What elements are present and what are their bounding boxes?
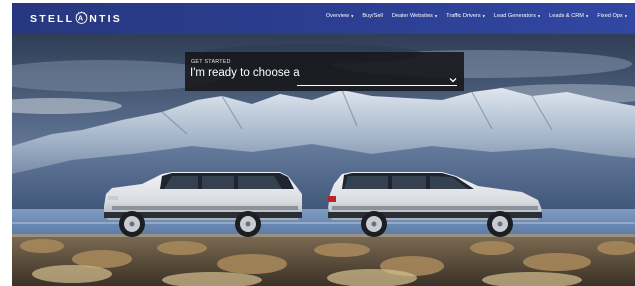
nav-item-label: Leads & CRM <box>549 13 584 19</box>
brand-logo-text-end: NTIS <box>89 13 122 25</box>
nav-item-label: Buy/Sell <box>362 13 383 19</box>
nav-item-label: Overview <box>325 13 350 19</box>
nav-item-dealer-websites[interactable]: Dealer Websites ▾ <box>392 13 437 19</box>
main-nav: Overview ▾ Buy/Sell Dealer Websites ▾ Tr… <box>326 13 627 19</box>
nav-item-lead-generators[interactable]: Lead Generators ▾ <box>494 13 540 19</box>
nav-item-leads-crm[interactable]: Leads & CRM ▾ <box>549 13 588 19</box>
nav-item-label: Dealer Websites <box>391 13 433 19</box>
nav-item-traffic-drivers[interactable]: Traffic Drivers ▾ <box>446 13 485 19</box>
top-navbar: STELL A NTIS Overview ▾ Buy/Sell Dealer … <box>12 3 635 34</box>
chevron-down-icon[interactable] <box>448 72 458 83</box>
get-started-eyebrow: GET STARTED <box>191 59 231 65</box>
caret-down-icon: ▾ <box>351 13 354 19</box>
nav-item-fixed-ops[interactable]: Fixed Ops ▾ <box>597 13 627 19</box>
caret-down-icon: ▾ <box>624 13 627 19</box>
get-started-panel: GET STARTED I'm ready to choose a <box>185 52 464 91</box>
vehicle-type-selector-text: I'm ready to choose a <box>190 67 300 79</box>
nav-item-label: Lead Generators <box>493 13 536 19</box>
brand-logo-text: STELL <box>30 13 75 25</box>
page-frame: STELL A NTIS Overview ▾ Buy/Sell Dealer … <box>12 3 635 286</box>
caret-down-icon: ▾ <box>434 13 438 19</box>
selector-underline <box>297 85 457 86</box>
nav-item-label: Traffic Drivers <box>446 13 481 19</box>
brand-logo[interactable]: STELL A NTIS <box>30 10 122 28</box>
nav-item-overview[interactable]: Overview ▾ <box>326 13 354 19</box>
nav-item-label: Fixed Ops <box>597 13 623 19</box>
svg-text:A: A <box>78 13 86 22</box>
caret-down-icon: ▾ <box>585 13 589 19</box>
nav-item-buy-sell[interactable]: Buy/Sell <box>362 13 383 19</box>
brand-emblem-icon: A <box>75 10 88 28</box>
caret-down-icon: ▾ <box>537 13 541 19</box>
caret-down-icon: ▾ <box>482 13 485 19</box>
vehicle-type-selector[interactable]: I'm ready to choose a <box>190 67 300 79</box>
